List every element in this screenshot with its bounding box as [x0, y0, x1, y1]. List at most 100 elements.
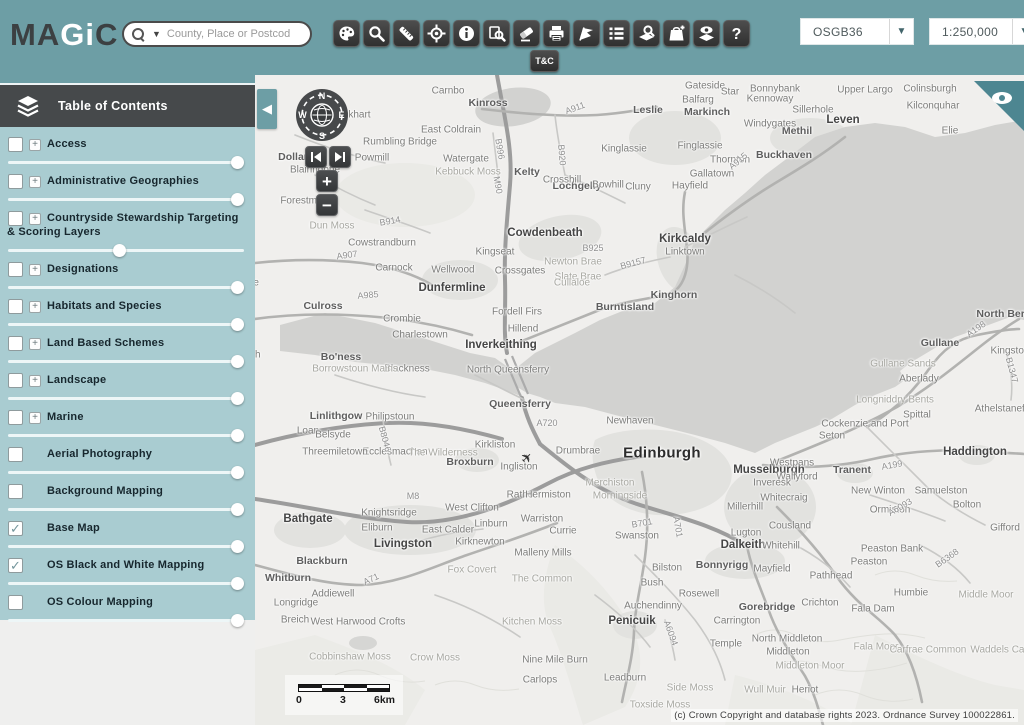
zoom-in-button[interactable]: + [316, 170, 338, 192]
expand-layer-button[interactable]: + [29, 176, 41, 188]
layer-transparency-slider[interactable] [8, 392, 244, 405]
layer-transparency-slider[interactable] [8, 614, 244, 627]
search-box[interactable]: ▼ [122, 21, 312, 47]
map-scale-select[interactable]: 1:250,000 ▼ [929, 18, 1024, 45]
search-type-dropdown-icon[interactable]: ▼ [152, 29, 161, 39]
measure-button[interactable] [393, 20, 420, 47]
logo-part: MA [10, 17, 60, 52]
slider-knob[interactable] [231, 392, 244, 405]
layer-transparency-slider[interactable] [8, 429, 244, 442]
locate-button[interactable] [423, 20, 450, 47]
projection-select[interactable]: OSGB36 ▼ [800, 18, 914, 45]
table-of-contents-panel: Table of Contents +Access+Administrative… [0, 75, 255, 620]
slider-track [8, 161, 244, 164]
layer-checkbox[interactable] [8, 137, 23, 152]
eraser-button[interactable] [513, 20, 540, 47]
app-header: MAGiC ▼ ? T&C OSGB36 ▼ 1:250,000 ▼ [0, 0, 1024, 75]
layer-label: Background Mapping [4, 484, 246, 498]
layer-label: Base Map [4, 521, 246, 535]
help-button[interactable]: ? [723, 20, 750, 47]
layer-transparency-slider[interactable] [8, 193, 244, 206]
slider-knob[interactable] [231, 503, 244, 516]
basket-add-button[interactable] [663, 20, 690, 47]
layer-eye-icon [697, 24, 716, 43]
layer-transparency-slider[interactable] [8, 156, 244, 169]
layer-checkbox[interactable] [8, 211, 23, 226]
print-button[interactable] [543, 20, 570, 47]
slider-track [8, 249, 244, 252]
slider-knob[interactable] [231, 193, 244, 206]
map-toolbar: ? [333, 20, 750, 47]
expand-layer-button[interactable]: + [29, 375, 41, 387]
compass-north-label: N [319, 91, 326, 101]
compass-control[interactable]: N E S W [294, 87, 350, 143]
sidebar-collapse-button[interactable]: ◀ [257, 89, 277, 129]
magic-map-app: MAGiC ▼ ? T&C OSGB36 ▼ 1:250,000 ▼ Table… [0, 0, 1024, 725]
layer-transparency-slider[interactable] [8, 244, 244, 257]
layer-checkbox[interactable] [8, 447, 23, 462]
map-palette-button[interactable] [333, 20, 360, 47]
toc-layer-list: +Access+Administrative Geographies+Count… [0, 127, 255, 632]
slider-track [8, 619, 244, 622]
layer-transparency-slider[interactable] [8, 577, 244, 590]
overview-map-toggle[interactable] [972, 81, 1024, 133]
map-canvas[interactable]: EdinburghDunfermlineKirkcaldyCowdenbeath… [255, 75, 1024, 725]
layer-checkbox[interactable] [8, 410, 23, 425]
layer-checkbox[interactable] [8, 373, 23, 388]
layer-checkbox[interactable]: ✓ [8, 558, 23, 573]
zoom-out-button[interactable]: − [316, 194, 338, 216]
help-icon: ? [727, 24, 746, 43]
slider-knob[interactable] [231, 614, 244, 627]
layer-checkbox[interactable] [8, 484, 23, 499]
layer-transparency-slider[interactable] [8, 503, 244, 516]
slider-knob[interactable] [231, 466, 244, 479]
list-button[interactable] [603, 20, 630, 47]
terms-and-conditions-button[interactable]: T&C [530, 50, 559, 72]
expand-layer-button[interactable]: + [29, 139, 41, 151]
layer-transparency-slider[interactable] [8, 281, 244, 294]
layer-transparency-slider[interactable] [8, 355, 244, 368]
expand-layer-button[interactable]: + [29, 301, 41, 313]
map-palette-icon [337, 24, 356, 43]
layer-transparency-slider[interactable] [8, 318, 244, 331]
layer-checkbox[interactable]: ✓ [8, 521, 23, 536]
layer-search-button[interactable] [633, 20, 660, 47]
slider-knob[interactable] [113, 244, 126, 257]
map-scale-value: 1:250,000 [930, 25, 1012, 39]
layer-checkbox[interactable] [8, 299, 23, 314]
info-button[interactable] [453, 20, 480, 47]
layer-checkbox[interactable] [8, 262, 23, 277]
identify-button[interactable] [483, 20, 510, 47]
flag-button[interactable] [573, 20, 600, 47]
next-extent-button[interactable] [329, 146, 351, 168]
measure-icon [397, 24, 416, 43]
layer-checkbox[interactable] [8, 595, 23, 610]
slider-knob[interactable] [231, 156, 244, 169]
slider-knob[interactable] [231, 281, 244, 294]
slider-knob[interactable] [231, 355, 244, 368]
layer-checkbox[interactable] [8, 174, 23, 189]
layer-eye-button[interactable] [693, 20, 720, 47]
toc-layer-countryside-stewardship-targeting-scoring-layers: +Countryside Stewardship Targeting & Sco… [4, 211, 246, 262]
layer-transparency-slider[interactable] [8, 540, 244, 553]
previous-extent-button[interactable] [305, 146, 327, 168]
slider-knob[interactable] [231, 540, 244, 553]
expand-layer-button[interactable]: + [29, 213, 41, 225]
expand-layer-button[interactable]: + [29, 412, 41, 424]
search-input[interactable] [167, 28, 302, 40]
zoom-search-button[interactable] [363, 20, 390, 47]
layer-label: Aerial Photography [4, 447, 246, 461]
slider-knob[interactable] [231, 318, 244, 331]
expand-layer-button[interactable]: + [29, 264, 41, 276]
eye-icon [992, 92, 1012, 104]
layer-transparency-slider[interactable] [8, 466, 244, 479]
expand-layer-button[interactable]: + [29, 338, 41, 350]
slider-knob[interactable] [231, 429, 244, 442]
slider-track [8, 286, 244, 289]
toc-layer-marine: +Marine [4, 410, 246, 447]
slider-knob[interactable] [231, 577, 244, 590]
magic-logo: MAGiC [10, 17, 118, 53]
layer-checkbox[interactable] [8, 336, 23, 351]
scale-bar-graphic [298, 684, 390, 692]
toc-layer-access: +Access [4, 137, 246, 174]
